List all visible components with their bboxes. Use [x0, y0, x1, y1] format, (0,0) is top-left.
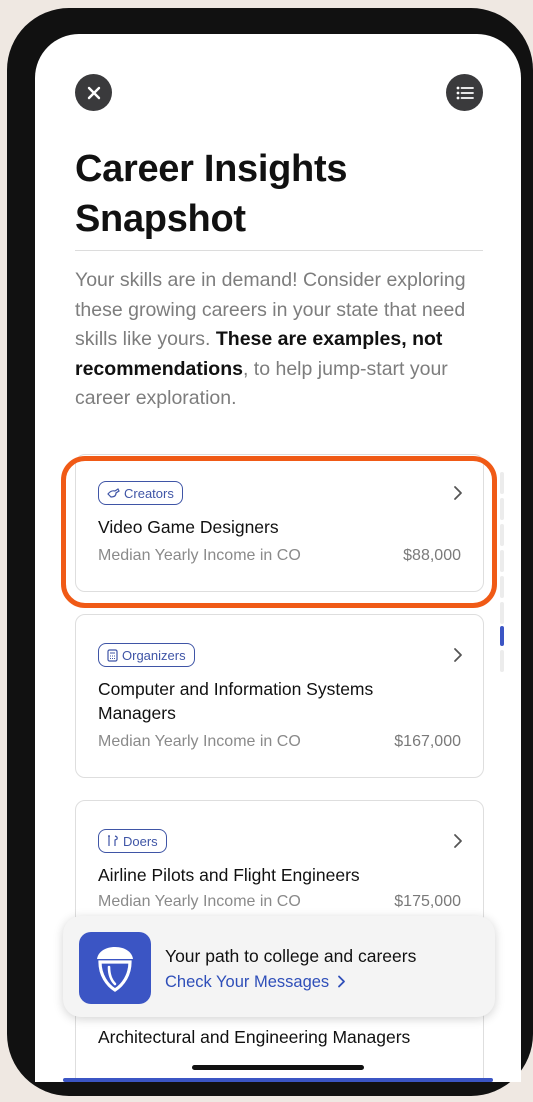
career-name: Computer and Information Systems Manager…	[98, 679, 374, 723]
app-logo	[79, 932, 151, 1004]
income-value: $175,000	[394, 893, 461, 910]
device-frame: Career Insights Snapshot Your skills are…	[7, 8, 533, 1096]
category-chip-label: Doers	[123, 833, 158, 849]
category-chip: Organizers	[98, 643, 195, 667]
career-name: Architectural and Engineering Managers	[98, 1027, 411, 1047]
screen: Career Insights Snapshot Your skills are…	[35, 34, 521, 1082]
category-chip-label: Organizers	[122, 647, 186, 663]
income-label: Median Yearly Income in CO	[98, 893, 301, 910]
career-card-computer-information-systems-managers[interactable]: Organizers Computer and Information Syst…	[75, 614, 484, 778]
career-name: Airline Pilots and Flight Engineers	[98, 865, 360, 885]
scroll-indicator-segment	[500, 498, 504, 520]
calculator-icon	[107, 648, 118, 662]
scroll-indicator-segment	[500, 524, 504, 546]
acorn-shield-icon	[97, 947, 133, 992]
category-chip: Doers	[98, 829, 167, 853]
bottom-accent-bar	[63, 1078, 493, 1082]
chevron-right-icon	[454, 834, 462, 848]
toast-title: Your path to college and careers	[165, 946, 417, 966]
page-title: Career Insights Snapshot	[75, 148, 348, 240]
scroll-indicator-active[interactable]	[500, 626, 504, 646]
menu-button[interactable]	[446, 74, 483, 111]
income-value: $167,000	[394, 733, 461, 750]
scroll-indicator-segment	[500, 550, 504, 572]
divider	[75, 250, 483, 251]
income-label: Median Yearly Income in CO	[98, 733, 301, 750]
highlight-outline	[61, 456, 497, 608]
scroll-indicator-segment	[500, 576, 504, 598]
scroll-indicator-segment	[500, 650, 504, 672]
intro-text: Your skills are in demand! Consider expl…	[75, 266, 495, 414]
scroll-indicator-segment	[500, 472, 504, 494]
close-icon	[87, 86, 100, 99]
notification-toast[interactable]: Your path to college and careers Check Y…	[63, 916, 495, 1017]
tools-icon	[108, 835, 118, 846]
chevron-right-icon	[454, 648, 462, 662]
home-indicator[interactable]	[192, 1065, 364, 1070]
scroll-indicator-segment	[500, 602, 504, 624]
chevron-right-icon	[337, 975, 345, 988]
close-button[interactable]	[75, 74, 112, 111]
check-messages-label: Check Your Messages	[165, 973, 330, 991]
check-messages-link[interactable]: Check Your Messages	[165, 973, 346, 992]
list-icon	[456, 86, 474, 99]
